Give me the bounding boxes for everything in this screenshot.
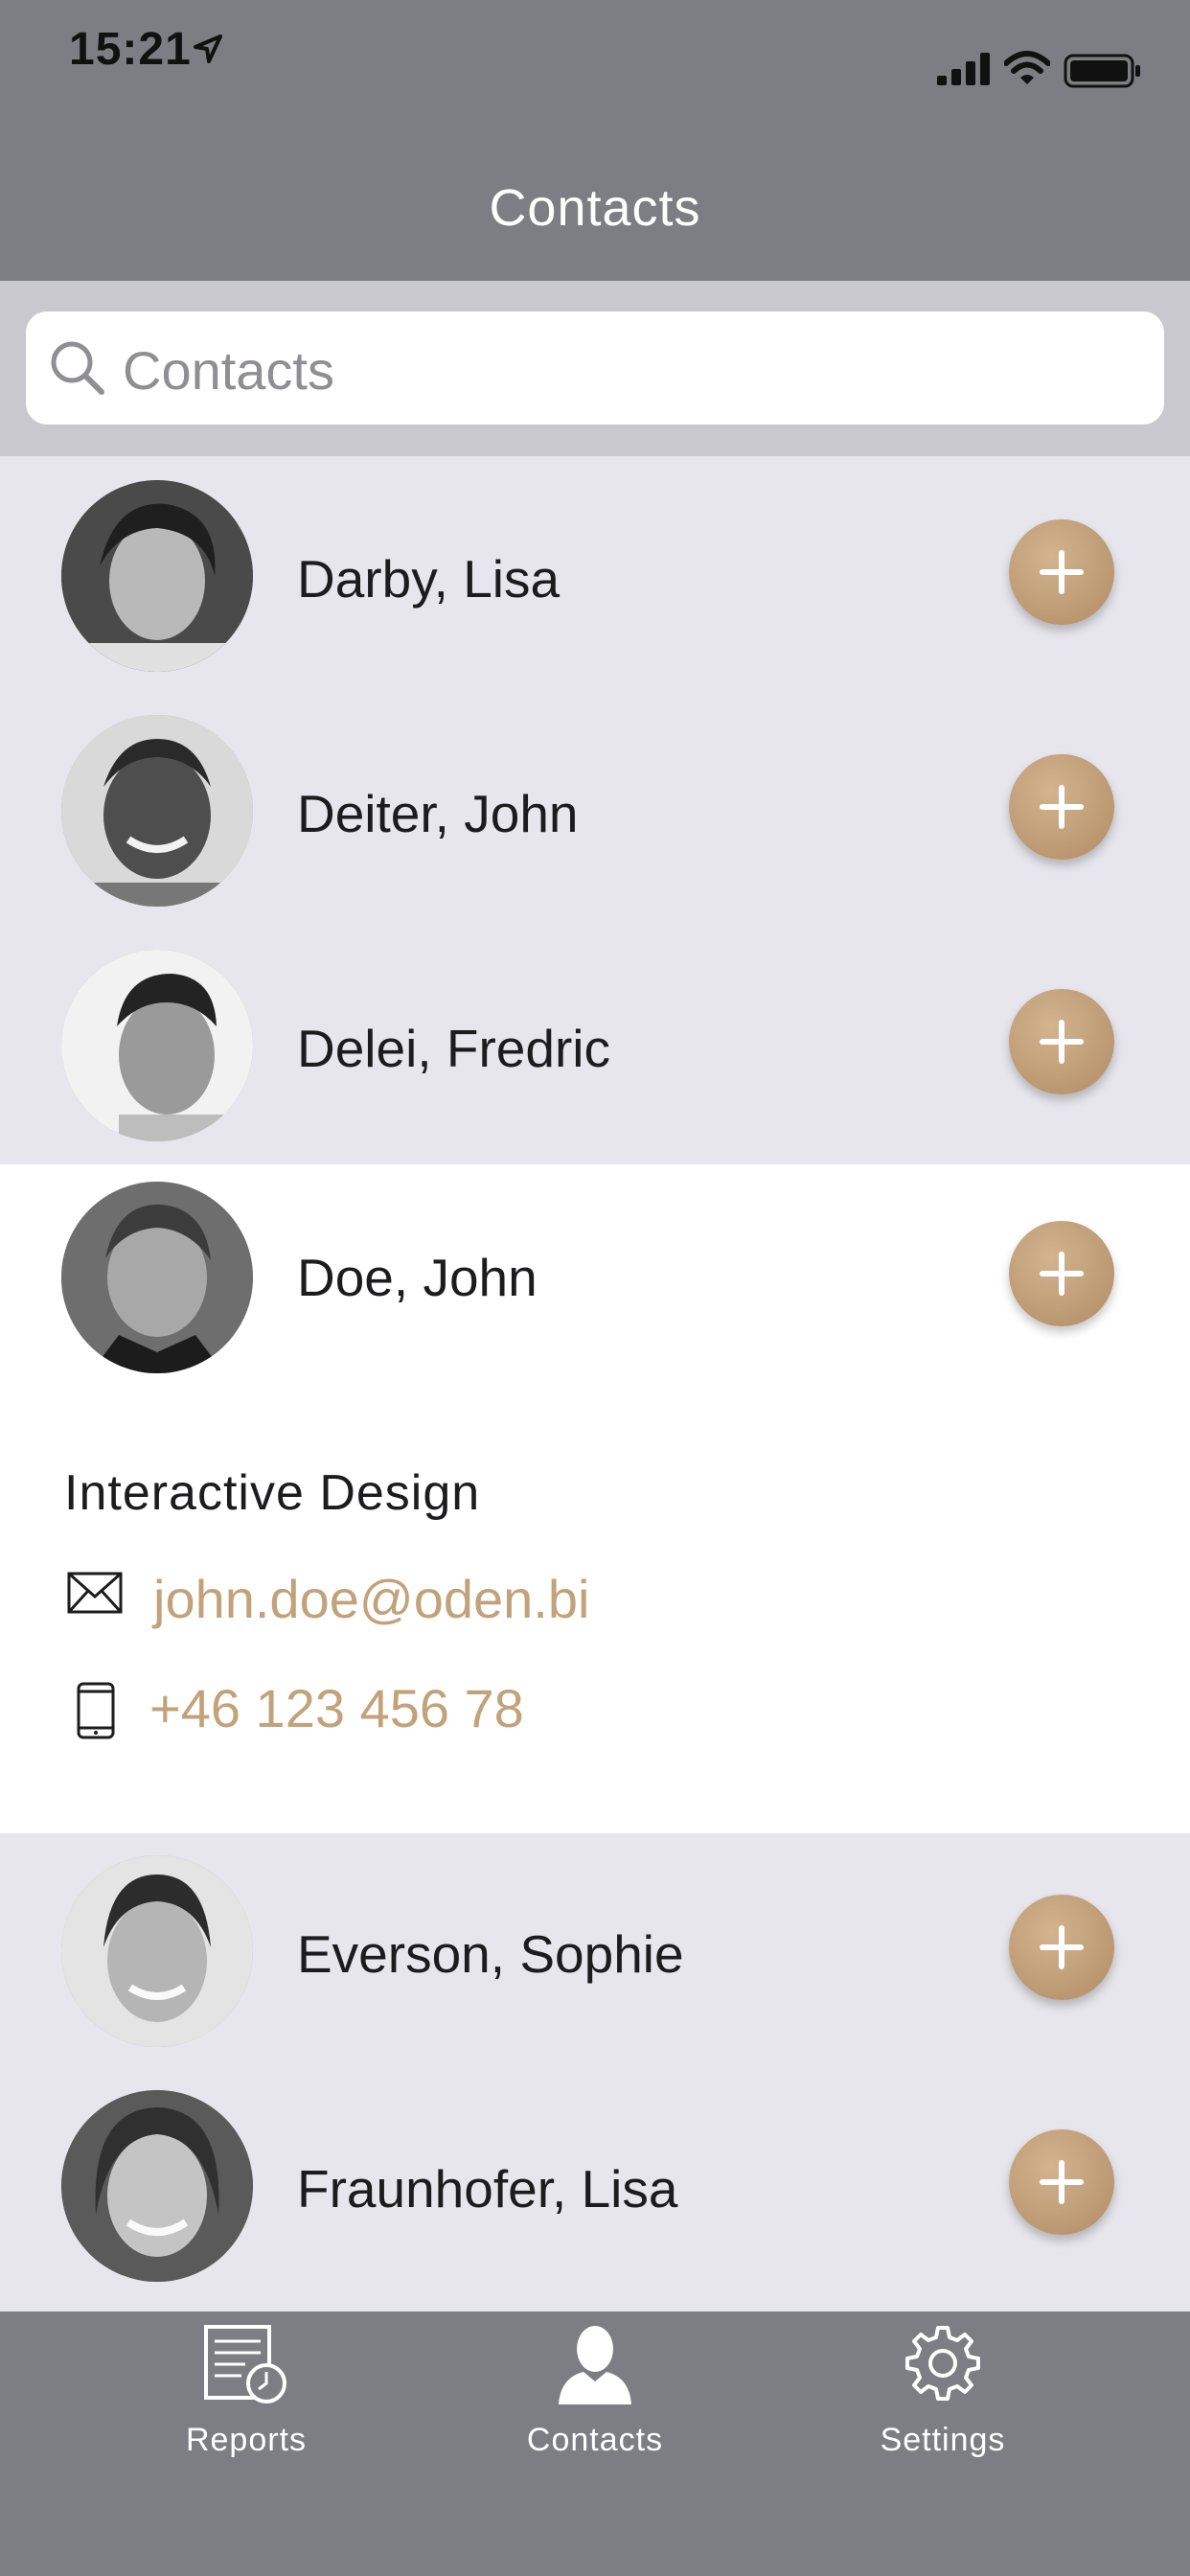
contact-department: Interactive Design xyxy=(64,1465,481,1521)
search-icon xyxy=(51,341,104,395)
avatar xyxy=(61,950,253,1141)
tab-settings[interactable]: Settings xyxy=(828,2324,1058,2487)
add-contact-button[interactable] xyxy=(1009,1895,1114,2000)
contacts-icon xyxy=(559,2326,631,2404)
battery-icon xyxy=(1064,54,1140,88)
wifi-icon xyxy=(1004,51,1050,84)
contact-name: Everson, Sophie xyxy=(297,1924,684,1984)
contact-name: Fraunhofer, Lisa xyxy=(297,2159,678,2219)
email-link[interactable]: john.doe@oden.bi xyxy=(153,1568,589,1630)
contact-row[interactable]: Everson, Sophie xyxy=(0,1833,1190,2068)
tab-reports[interactable]: Reports xyxy=(131,2324,361,2487)
avatar xyxy=(61,480,253,672)
add-contact-button[interactable] xyxy=(1009,2129,1114,2235)
mobile-phone-icon xyxy=(77,1682,115,1739)
cellular-signal-icon xyxy=(937,53,990,85)
tab-label: Reports xyxy=(185,2422,308,2458)
avatar xyxy=(61,2090,253,2282)
tab-label: Contacts xyxy=(526,2422,664,2458)
page-title: Contacts xyxy=(489,179,701,237)
add-contact-button[interactable] xyxy=(1009,519,1114,625)
avatar xyxy=(61,1182,253,1373)
add-contact-button[interactable] xyxy=(1009,1221,1114,1326)
contact-name: Doe, John xyxy=(297,1248,538,1307)
add-contact-button[interactable] xyxy=(1009,989,1114,1094)
contact-row[interactable]: Darby, Lisa xyxy=(0,458,1190,693)
status-time: 15:21 xyxy=(69,24,192,75)
contact-row[interactable]: Deiter, John xyxy=(0,693,1190,928)
mail-icon xyxy=(67,1572,123,1614)
tab-contacts[interactable]: Contacts xyxy=(480,2324,710,2487)
contact-row-expanded[interactable]: Doe, John xyxy=(0,1164,1190,1399)
contact-row[interactable]: Delei, Fredric xyxy=(0,928,1190,1162)
location-arrow-icon xyxy=(194,34,222,63)
contact-row[interactable]: Fraunhofer, Lisa xyxy=(0,2068,1190,2303)
add-contact-button[interactable] xyxy=(1009,754,1114,860)
search-input[interactable] xyxy=(121,331,1140,409)
settings-icon xyxy=(905,2326,980,2401)
phone-link[interactable]: +46 123 456 78 xyxy=(149,1677,524,1739)
reports-icon xyxy=(204,2325,286,2404)
avatar xyxy=(61,715,253,907)
contact-name: Deiter, John xyxy=(297,784,579,843)
avatar xyxy=(61,1855,253,2047)
tab-label: Settings xyxy=(880,2422,1006,2458)
contact-name: Darby, Lisa xyxy=(297,549,561,609)
contact-name: Delei, Fredric xyxy=(297,1019,611,1078)
